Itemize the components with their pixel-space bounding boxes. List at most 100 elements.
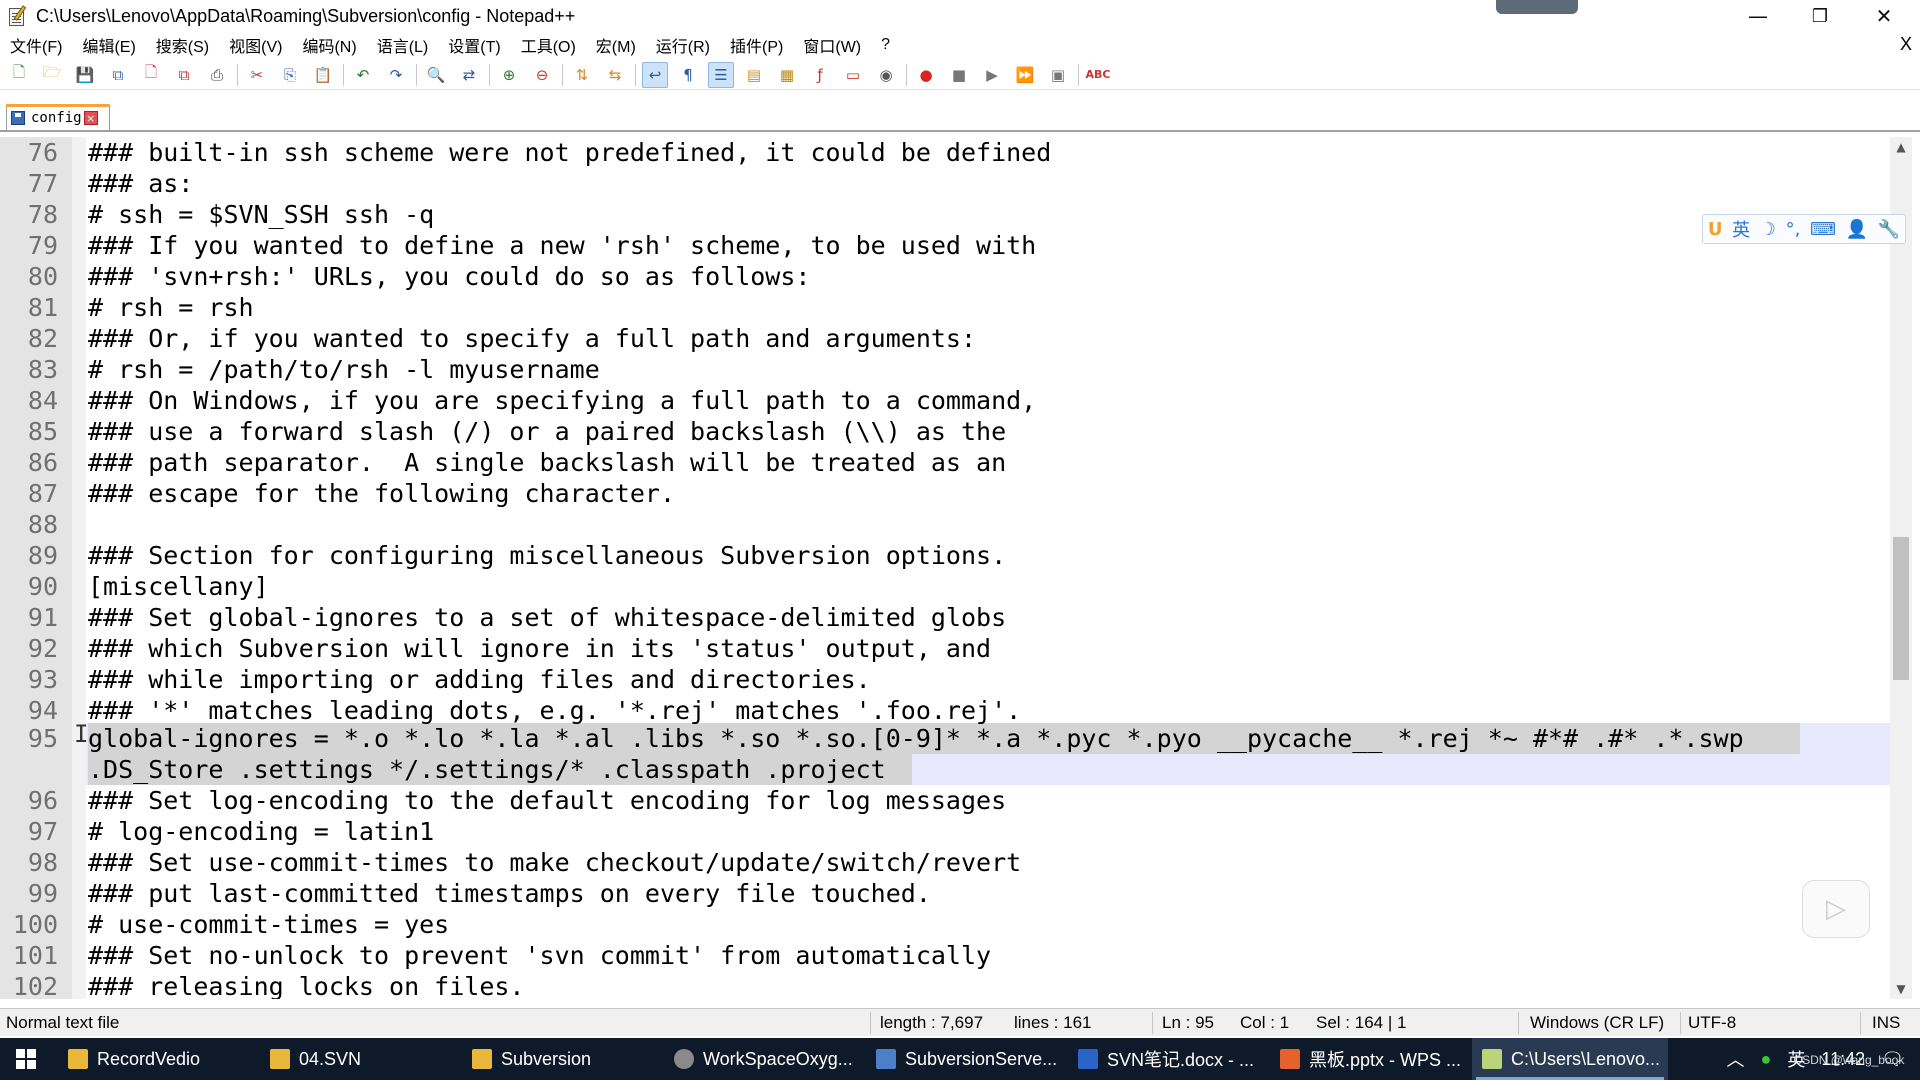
status-divider: [1518, 1012, 1519, 1034]
status-divider: [1680, 1012, 1681, 1034]
zoom-in-icon[interactable]: ⊕: [496, 62, 522, 88]
editor[interactable]: 76 ### built-in ssh scheme were not prede…: [0, 137, 1890, 999]
menu-window[interactable]: 窗口(W): [793, 33, 871, 57]
menu-file[interactable]: 文件(F): [0, 33, 72, 57]
copy-icon[interactable]: ⎘: [277, 62, 303, 88]
punctuation-icon[interactable]: °,: [1786, 219, 1801, 240]
play-macro-icon[interactable]: ▶: [979, 62, 1005, 88]
start-button[interactable]: [0, 1038, 52, 1080]
sync-vertical-icon[interactable]: ⇅: [569, 62, 595, 88]
undo-icon[interactable]: ↶: [350, 62, 376, 88]
taskbar-item-svn-folder[interactable]: 04.SVN: [260, 1038, 456, 1080]
mouse-ibeam-cursor: I: [74, 720, 89, 748]
toolbar-separator: [489, 63, 490, 86]
scroll-thumb[interactable]: [1893, 537, 1909, 680]
taskbar-item-subversion-server[interactable]: SubversionServe...: [866, 1038, 1062, 1080]
moon-icon[interactable]: ☽: [1760, 219, 1776, 240]
replace-icon[interactable]: ⇄: [456, 62, 482, 88]
code-line: 96 ### Set log-encoding to the default en…: [0, 785, 1890, 816]
menu-settings[interactable]: 设置(T): [438, 33, 510, 57]
line-number: 81: [27, 293, 58, 322]
ime-logo-icon[interactable]: U: [1708, 219, 1723, 240]
document-map-icon[interactable]: ▦: [774, 62, 800, 88]
tab-config[interactable]: config ×: [6, 104, 110, 130]
user-language-icon[interactable]: ▤: [741, 62, 767, 88]
save-macro-icon[interactable]: ▣: [1045, 62, 1071, 88]
code-line: 91 ### Set global-ignores to a set of whi…: [0, 602, 1890, 633]
save-all-icon[interactable]: ⧉: [105, 62, 131, 88]
code-line: 81 # rsh = rsh: [0, 292, 1890, 323]
play-icon[interactable]: ▷: [1802, 880, 1870, 938]
code-line: 93 ### while importing or adding files an…: [0, 664, 1890, 695]
monitoring-icon[interactable]: ◉: [873, 62, 899, 88]
menu-language[interactable]: 语言(L): [367, 33, 439, 57]
scroll-down-icon[interactable]: ▼: [1890, 979, 1912, 999]
run-macro-multiple-icon[interactable]: ⏩: [1012, 62, 1038, 88]
line-number: 88: [27, 510, 58, 539]
user-icon[interactable]: 👤: [1846, 219, 1868, 240]
keyboard-icon[interactable]: ⌨: [1810, 219, 1836, 240]
find-icon[interactable]: 🔍: [423, 62, 449, 88]
toolbar: 🗋 🗁 💾 ⧉ 🗋 ⧉ ⎙ ✂ ⎘ 📋 ↶ ↷ 🔍 ⇄ ⊕ ⊖ ⇅ ⇆ ↩ ¶ …: [0, 60, 1920, 90]
record-macro-icon[interactable]: ●: [913, 62, 939, 88]
menu-edit[interactable]: 编辑(E): [72, 33, 145, 57]
maximize-button[interactable]: ❐: [1790, 0, 1850, 32]
code-line: 88: [0, 509, 1890, 540]
menu-search[interactable]: 搜索(S): [146, 33, 219, 57]
indent-guide-icon[interactable]: ☰: [708, 61, 734, 88]
menu-plugins[interactable]: 插件(P): [720, 33, 793, 57]
paste-icon[interactable]: 📋: [310, 62, 336, 88]
vertical-scrollbar[interactable]: ▲ ▼: [1890, 137, 1912, 999]
code-line: 77 ### as:: [0, 168, 1890, 199]
menu-view[interactable]: 视图(V): [219, 33, 292, 57]
stop-macro-icon[interactable]: ■: [946, 62, 972, 88]
taskbar-item-subversion-folder[interactable]: Subversion: [462, 1038, 658, 1080]
close-document-button[interactable]: X: [1900, 34, 1912, 55]
wechat-tray-icon[interactable]: ●: [1761, 1049, 1772, 1070]
ime-language-toggle[interactable]: 英: [1732, 216, 1750, 242]
line-text: ### built-in ssh scheme were not predefi…: [88, 138, 1052, 167]
show-all-characters-icon[interactable]: ¶: [675, 62, 701, 88]
line-text: ### Set no-unlock to prevent 'svn commit…: [88, 941, 992, 970]
close-all-icon[interactable]: ⧉: [171, 62, 197, 88]
cut-icon[interactable]: ✂: [244, 62, 270, 88]
menu-run[interactable]: 运行(R): [646, 33, 720, 57]
tray-clock[interactable]: 11:42 CSDN @wang_book: [1793, 1049, 1904, 1070]
recorder-handle[interactable]: [1496, 0, 1578, 14]
print-icon[interactable]: ⎙: [204, 62, 230, 88]
menu-encoding[interactable]: 编码(N): [292, 33, 366, 57]
line-number: 77: [27, 169, 58, 198]
menu-tools[interactable]: 工具(O): [511, 33, 586, 57]
menu-help[interactable]: ?: [871, 36, 900, 54]
minimize-button[interactable]: —: [1728, 0, 1788, 32]
new-file-icon[interactable]: 🗋: [6, 62, 32, 88]
scroll-up-icon[interactable]: ▲: [1890, 137, 1912, 157]
open-file-icon[interactable]: 🗁: [39, 62, 65, 88]
close-file-icon[interactable]: 🗋: [138, 62, 164, 88]
function-list-icon[interactable]: ƒ: [807, 62, 833, 88]
line-text: ### while importing or adding files and …: [88, 665, 871, 694]
taskbar-item-blackboard-pptx[interactable]: 黑板.pptx - WPS ...: [1270, 1038, 1466, 1080]
line-text: ### path separator. A single backslash w…: [88, 448, 1007, 477]
tab-close-icon[interactable]: ×: [83, 110, 98, 125]
menu-bar: 文件(F) 编辑(E) 搜索(S) 视图(V) 编码(N) 语言(L) 设置(T…: [0, 32, 1920, 58]
line-number: 76: [27, 138, 58, 167]
ime-toolbar[interactable]: U 英 ☽ °, ⌨ 👤 🔧: [1702, 214, 1906, 244]
spell-check-icon[interactable]: ABC: [1085, 62, 1111, 88]
taskbar-item-label: WorkSpaceOxyg...: [703, 1048, 853, 1069]
folder-workspace-icon[interactable]: ▭: [840, 62, 866, 88]
menu-macro[interactable]: 宏(M): [586, 33, 646, 57]
save-icon[interactable]: 💾: [72, 62, 98, 88]
taskbar-item-notepad-plus-plus[interactable]: C:\Users\Lenovo...: [1472, 1038, 1668, 1080]
wrench-icon[interactable]: 🔧: [1878, 219, 1900, 240]
word-wrap-icon[interactable]: ↩: [642, 61, 668, 88]
taskbar-item-recordvedio[interactable]: RecordVedio: [58, 1038, 254, 1080]
taskbar-item-workspace[interactable]: WorkSpaceOxyg...: [664, 1038, 860, 1080]
close-button[interactable]: ✕: [1854, 0, 1914, 32]
line-text: # log-encoding = latin1: [88, 817, 435, 846]
zoom-out-icon[interactable]: ⊖: [529, 62, 555, 88]
chevron-up-icon[interactable]: ︿: [1727, 1046, 1745, 1072]
redo-icon[interactable]: ↷: [383, 62, 409, 88]
taskbar-item-svn-notes-doc[interactable]: SVN笔记.docx - ...: [1068, 1038, 1264, 1080]
sync-horizontal-icon[interactable]: ⇆: [602, 62, 628, 88]
